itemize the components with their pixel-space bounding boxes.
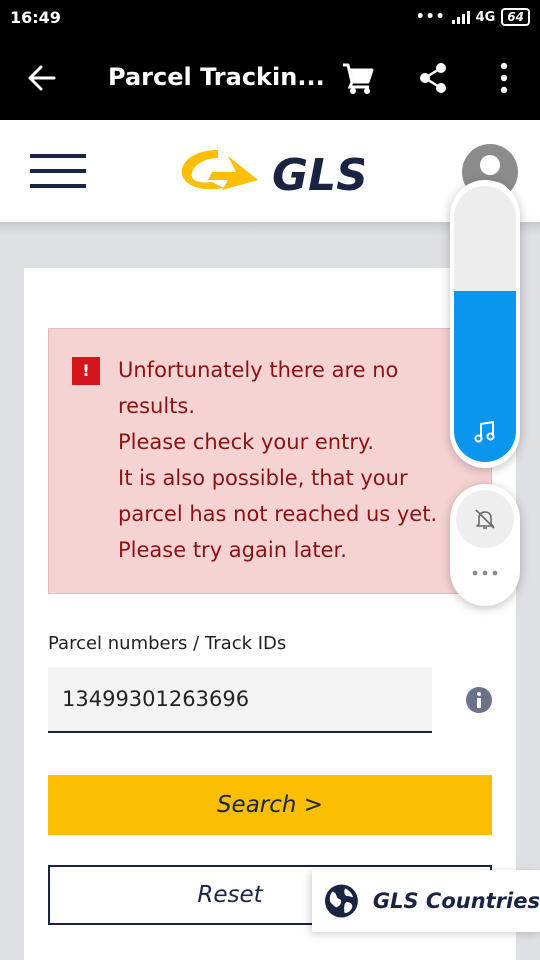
search-label: Search > [216,792,324,818]
error-line: results. [118,394,196,418]
gls-countries-label: GLS Countries [372,889,540,913]
notification-dots-icon: ••• [415,9,446,25]
error-line: Please try again later. [118,538,347,562]
error-line: It is also possible, that your [118,466,408,490]
status-bar: 16:49 ••• 4G 64 [0,0,540,36]
back-arrow-icon[interactable] [26,62,58,94]
volume-slider[interactable] [454,186,516,462]
gls-countries-button[interactable]: GLS Countries [312,870,540,932]
app-bar: Parcel Trackin... [0,36,540,120]
gls-logo[interactable]: GLS [178,142,364,202]
reset-label: Reset [197,882,263,908]
music-note-icon [474,420,495,443]
status-time: 16:49 [10,8,61,27]
error-icon: ! [72,357,100,385]
globe-icon [324,884,358,918]
battery-level: 64 [507,10,524,24]
app-title: Parcel Trackin... [108,63,325,91]
ringer-panel [450,484,520,606]
bell-off-icon [475,509,495,529]
more-horiz-icon[interactable] [470,568,500,578]
track-id-label: Parcel numbers / Track IDs [48,633,287,654]
error-line: Please check your entry. [118,430,375,454]
search-button[interactable]: Search > [48,775,492,835]
network-type: 4G [475,9,496,25]
error-message: Unfortunately there are no results. Plea… [118,352,448,568]
battery-icon: 64 [501,8,530,26]
share-icon[interactable] [418,62,448,94]
gls-logo-text: GLS [272,150,364,201]
status-indicators: ••• 4G 64 [416,8,530,26]
signal-icon [451,10,470,24]
info-icon[interactable] [465,686,493,714]
hamburger-icon[interactable] [30,152,86,190]
mute-toggle[interactable] [456,490,514,548]
track-id-input[interactable] [48,667,432,733]
error-line: parcel has not reached us yet. [118,502,438,526]
error-line: Unfortunately there are no [118,358,399,382]
cart-icon[interactable] [341,61,375,95]
more-vert-icon[interactable] [492,60,516,96]
volume-panel[interactable] [450,180,520,468]
